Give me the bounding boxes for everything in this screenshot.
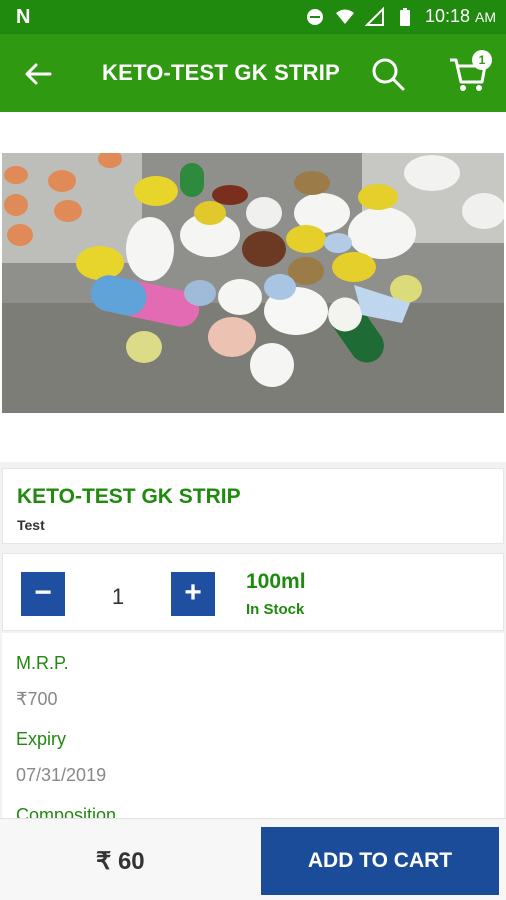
expiry-value: 07/31/2019: [16, 765, 107, 785]
pack-size: 100ml: [246, 570, 306, 593]
status-bar: N 10:18 AM: [0, 0, 506, 34]
status-icons: 10:18 AM: [305, 6, 496, 27]
decrease-quantity-button[interactable]: −: [21, 572, 65, 616]
cart-count-badge: 1: [472, 50, 492, 70]
product-subtitle: Test: [17, 517, 45, 533]
search-icon[interactable]: [370, 56, 406, 92]
battery-icon: [399, 7, 410, 26]
bottom-bar: ₹ 60 ADD TO CART: [0, 818, 506, 900]
quantity-card: − 1 + 100ml In Stock: [2, 553, 504, 631]
mrp-label: M.R.P.: [16, 653, 69, 673]
increase-quantity-button[interactable]: +: [171, 572, 215, 616]
stock-status: In Stock: [246, 601, 305, 618]
total-price: ₹ 60: [96, 848, 145, 875]
quantity-value: 1: [111, 584, 125, 609]
cart-button[interactable]: 1: [448, 50, 492, 94]
wifi-icon: [335, 9, 354, 24]
clock: 10:18 AM: [424, 6, 496, 26]
page-title: KETO-TEST GK STRIP: [102, 60, 340, 85]
back-arrow-icon[interactable]: [22, 58, 54, 90]
product-name: KETO-TEST GK STRIP: [17, 485, 241, 508]
expiry-label: Expiry: [16, 729, 67, 749]
add-to-cart-button[interactable]: ADD TO CART: [261, 827, 499, 895]
notification-n-icon: N: [16, 6, 31, 28]
product-details: M.R.P. ₹700 Expiry 07/31/2019 Compositio…: [2, 633, 504, 833]
do-not-disturb-icon: [306, 8, 323, 25]
product-image: [2, 153, 504, 413]
signal-icon: [364, 6, 384, 26]
app-bar: KETO-TEST GK STRIP 1: [0, 34, 506, 112]
product-image-area: [0, 112, 506, 462]
product-info-card: KETO-TEST GK STRIP Test: [2, 468, 504, 544]
mrp-value: ₹700: [16, 689, 58, 709]
